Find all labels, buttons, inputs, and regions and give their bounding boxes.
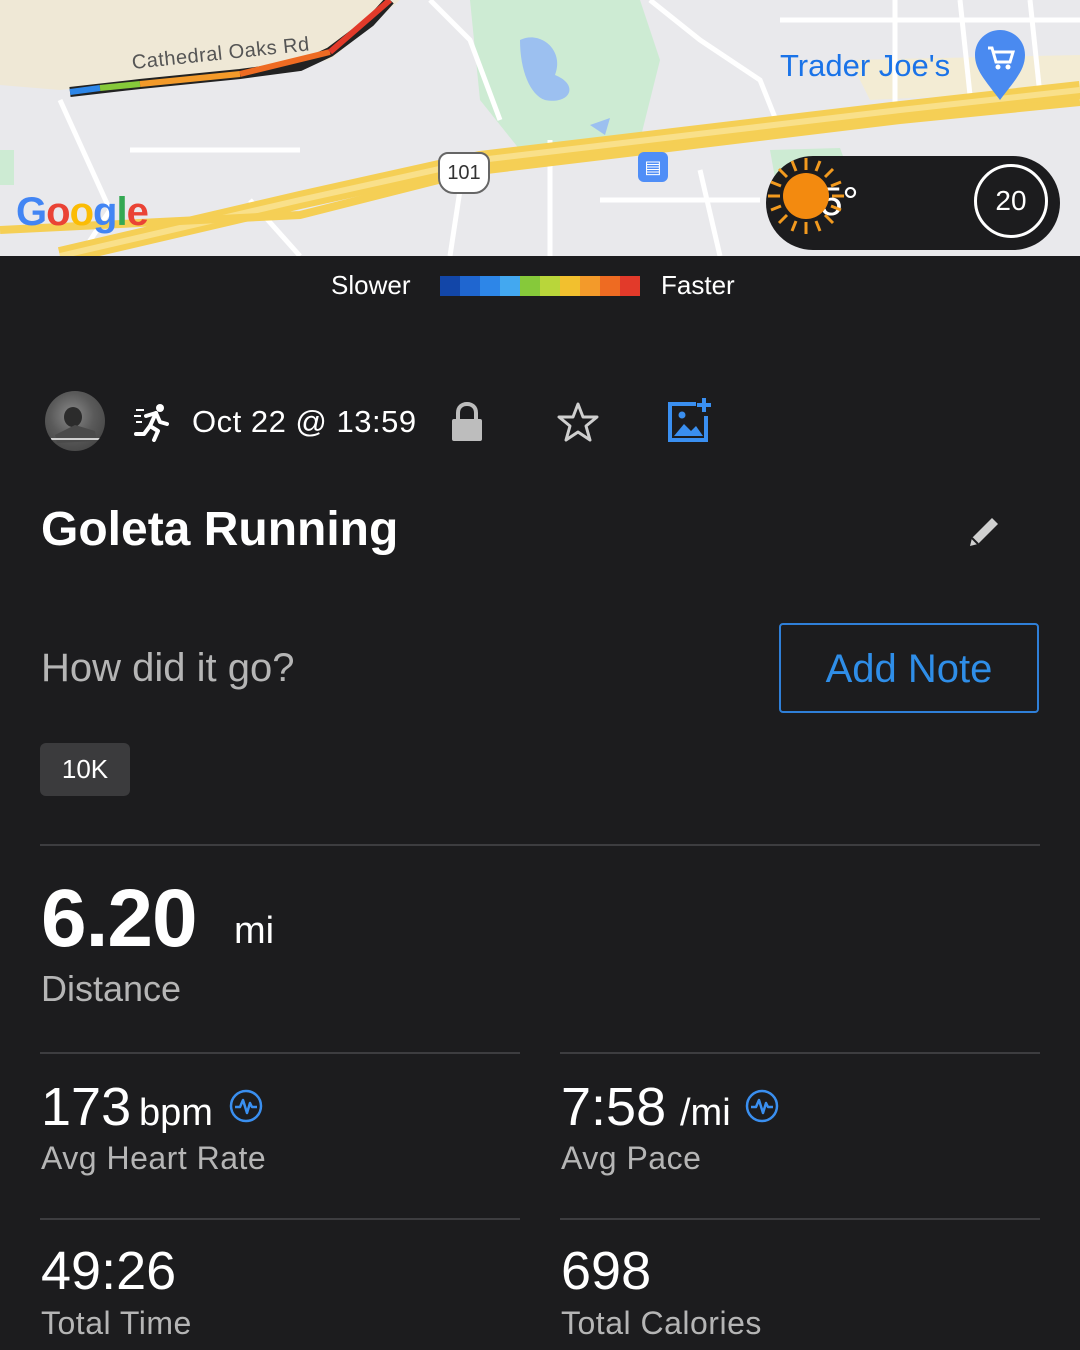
avatar-photo [51, 407, 101, 443]
heart-rate-value: 173 [41, 1077, 132, 1137]
running-icon [134, 404, 169, 442]
pace-color-swatch [460, 276, 480, 296]
pace-color-swatch [600, 276, 620, 296]
distance-label: Distance [41, 968, 182, 1009]
pace-color-swatch [620, 276, 640, 296]
pace-unit: /mi [680, 1092, 731, 1134]
poi-label[interactable]: Trader Joe's [780, 48, 950, 84]
pace-color-swatch [540, 276, 560, 296]
pace-color-swatch [520, 276, 540, 296]
activity-title: Goleta Running [41, 503, 399, 556]
legend-slower-label: Slower [331, 270, 411, 300]
heart-rate-chart-icon[interactable] [229, 1089, 263, 1123]
pace-color-swatch [480, 276, 500, 296]
note-prompt: How did it go? [41, 646, 295, 690]
total-time-value: 49:26 [41, 1241, 177, 1301]
heart-rate-unit: bpm [139, 1092, 213, 1134]
total-time-label: Total Time [41, 1305, 192, 1341]
total-calories-value: 698 [561, 1241, 652, 1301]
divider [40, 1052, 520, 1054]
distance-unit: mi [234, 910, 275, 952]
total-calories-label: Total Calories [561, 1305, 762, 1341]
heart-rate-label: Avg Heart Rate [41, 1140, 267, 1176]
sun-icon [768, 158, 844, 234]
route-map[interactable]: Cathedral Oaks Rd Trader Joe's 101 ▤ Goo… [0, 0, 1080, 256]
avatar[interactable] [45, 391, 105, 451]
add-photo-icon[interactable] [666, 398, 714, 444]
distance-value: 6.20 [41, 873, 198, 964]
air-quality-index: 20 [974, 164, 1048, 238]
divider [560, 1052, 1040, 1054]
pace-chart-icon[interactable] [745, 1089, 779, 1123]
pace-color-scale [440, 276, 640, 296]
activity-datetime: Oct 22 @ 13:59 [192, 404, 417, 439]
divider [40, 844, 1040, 846]
lock-icon[interactable] [450, 402, 484, 442]
edit-pencil-icon[interactable] [966, 514, 1002, 550]
pace-color-swatch [580, 276, 600, 296]
pace-color-swatch [440, 276, 460, 296]
pace-value: 7:58 [561, 1077, 667, 1137]
pace-color-swatch [500, 276, 520, 296]
divider [40, 1218, 520, 1220]
pace-label: Avg Pace [561, 1140, 702, 1176]
divider [560, 1218, 1040, 1220]
add-note-button[interactable]: Add Note [779, 623, 1039, 713]
weather-badge[interactable]: 75° 20 [766, 156, 1060, 250]
activity-tag[interactable]: 10K [40, 743, 130, 796]
google-logo: Google [16, 190, 149, 234]
pace-color-swatch [560, 276, 580, 296]
star-icon[interactable] [556, 401, 600, 443]
train-station-icon[interactable]: ▤ [638, 152, 668, 182]
legend-faster-label: Faster [661, 270, 735, 300]
highway-shield: 101 [438, 152, 490, 194]
